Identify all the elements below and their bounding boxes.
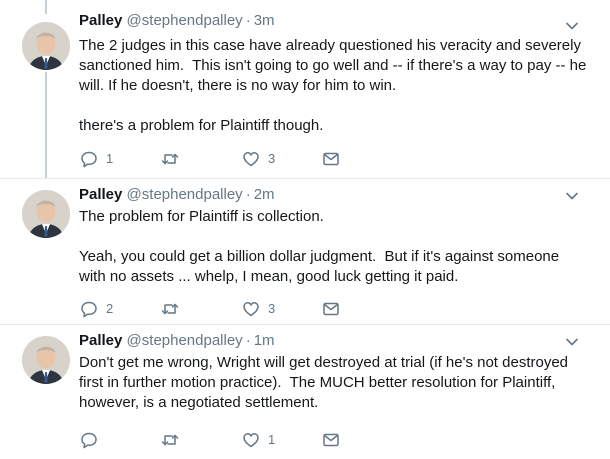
tweet[interactable]: Palley @stephendpalley · 2m The problem fo…	[0, 178, 610, 324]
thread-line	[45, 72, 47, 178]
direct-message-button[interactable]	[322, 431, 352, 449]
envelope-icon	[323, 152, 339, 166]
tweet[interactable]: Palley @stephendpalley · 3m The 2 judges i…	[0, 0, 610, 178]
speech-bubble-icon	[81, 432, 97, 449]
reply-count: 2	[106, 301, 114, 316]
direct-message-button[interactable]	[322, 300, 352, 318]
timestamp[interactable]: 2m	[254, 186, 275, 203]
separator: ·	[245, 12, 251, 29]
display-name[interactable]: Palley	[79, 332, 122, 349]
separator: ·	[245, 186, 251, 203]
retweet-button[interactable]	[161, 431, 242, 449]
reply-button[interactable]: 2	[80, 300, 161, 318]
avatar-image	[22, 22, 70, 70]
display-name[interactable]: Palley	[79, 12, 122, 29]
tweet-header: Palley @stephendpalley · 1m	[79, 331, 275, 351]
tweet[interactable]: Palley @stephendpalley · 1m Don't get me w…	[0, 324, 610, 459]
tweet-header: Palley @stephendpalley · 3m	[79, 11, 275, 31]
tweet-actions: 2 3	[80, 299, 370, 319]
tweet-text: Don't get me wrong, Wright will get dest…	[79, 354, 573, 411]
display-name[interactable]: Palley	[79, 186, 122, 203]
avatar[interactable]	[22, 336, 70, 384]
timestamp[interactable]: 1m	[254, 332, 275, 349]
chevron-down-icon[interactable]	[564, 334, 580, 350]
like-button[interactable]: 1	[242, 431, 322, 449]
like-button[interactable]: 3	[242, 300, 322, 318]
speech-bubble-icon	[81, 151, 97, 168]
envelope-icon	[323, 433, 339, 447]
avatar-image	[22, 336, 70, 384]
tweet-thread: Palley @stephendpalley · 3m The 2 judges i…	[0, 0, 610, 459]
like-button[interactable]: 3	[242, 150, 322, 168]
avatar-image	[22, 190, 70, 238]
heart-icon	[243, 433, 259, 448]
speech-bubble-icon	[81, 301, 97, 318]
avatar[interactable]	[22, 190, 70, 238]
like-count: 3	[268, 301, 276, 316]
reply-button[interactable]: 1	[80, 150, 161, 168]
reply-button[interactable]	[80, 431, 161, 449]
like-count: 3	[268, 151, 276, 166]
direct-message-button[interactable]	[322, 150, 352, 168]
chevron-down-icon[interactable]	[564, 18, 580, 34]
chevron-down-icon[interactable]	[564, 188, 580, 204]
heart-icon	[243, 302, 259, 317]
retweet-button[interactable]	[161, 150, 242, 168]
reply-count: 1	[106, 151, 114, 166]
thread-line	[45, 0, 47, 14]
retweet-arrows-icon	[161, 434, 179, 446]
retweet-arrows-icon	[161, 153, 179, 165]
username[interactable]: @stephendpalley	[127, 12, 243, 29]
envelope-icon	[323, 302, 339, 316]
username[interactable]: @stephendpalley	[127, 332, 243, 349]
retweet-arrows-icon	[161, 303, 179, 315]
tweet-text: The 2 judges in this case have already q…	[79, 37, 587, 134]
like-count: 1	[268, 432, 276, 447]
avatar[interactable]	[22, 22, 70, 70]
tweet-text: The problem for Plaintiff is collection.…	[79, 208, 560, 285]
tweet-actions: 1	[80, 430, 370, 450]
heart-icon	[243, 152, 259, 167]
tweet-actions: 1 3	[80, 149, 370, 169]
username[interactable]: @stephendpalley	[127, 186, 243, 203]
tweet-header: Palley @stephendpalley · 2m	[79, 185, 275, 205]
retweet-button[interactable]	[161, 300, 242, 318]
separator: ·	[245, 332, 251, 349]
timestamp[interactable]: 3m	[254, 12, 275, 29]
